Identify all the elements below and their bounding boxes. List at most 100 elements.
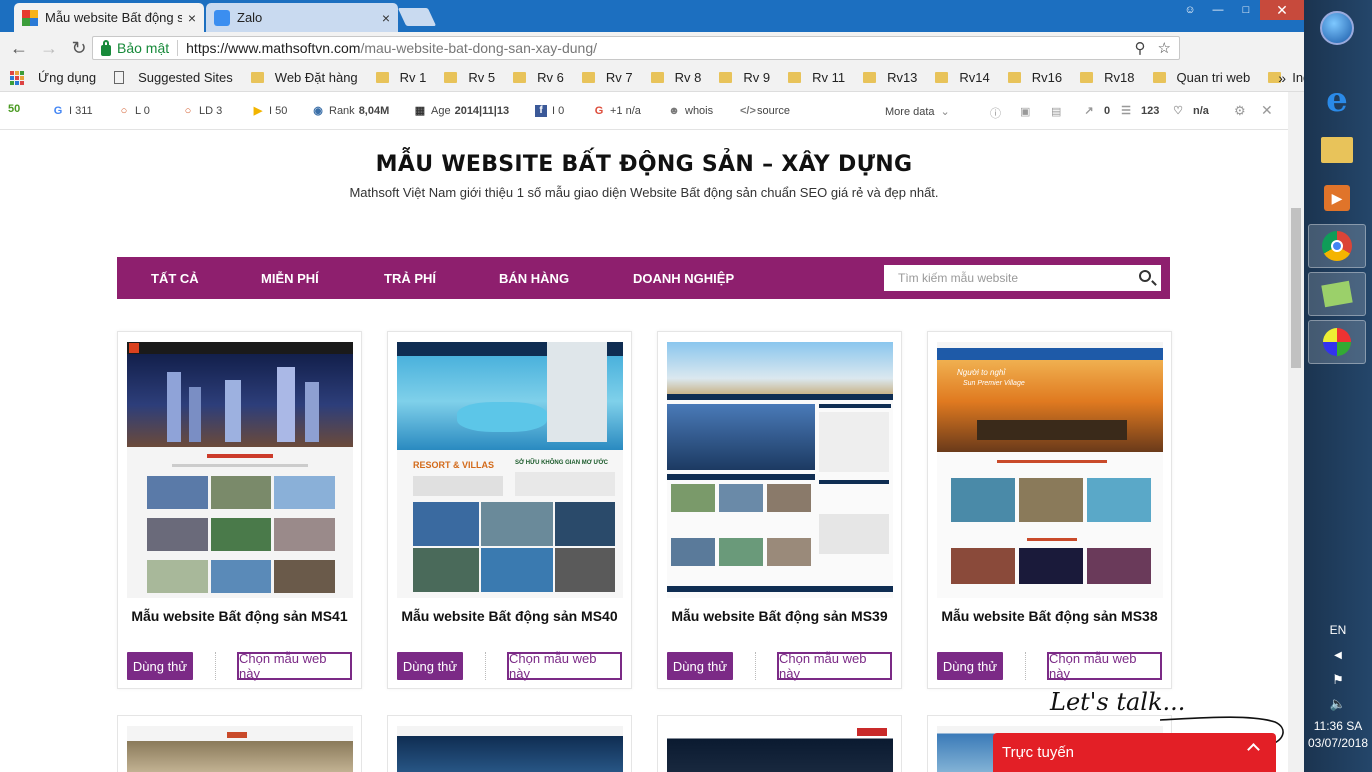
chevron-up-icon[interactable] xyxy=(1247,743,1260,756)
seo-heart[interactable]: ♡ n/a xyxy=(1172,105,1209,117)
template-thumbnail[interactable] xyxy=(667,726,893,772)
category-mien-phi[interactable]: MIỄN PHÍ xyxy=(261,271,319,286)
tab-zalo[interactable]: Zalo × xyxy=(206,3,398,32)
template-thumbnail[interactable] xyxy=(127,726,353,772)
tab-mau-website[interactable]: Mẫu website Bất động sả × xyxy=(14,3,204,32)
clock-date[interactable]: 03/07/2018 xyxy=(1304,736,1372,750)
gear-icon[interactable]: ⚙ xyxy=(1234,103,1246,119)
seo-external-links[interactable]: ↗ 0 xyxy=(1083,105,1110,117)
close-icon[interactable]: ✕ xyxy=(1261,102,1273,119)
bookmark-rv9[interactable]: Rv 9 xyxy=(719,70,770,85)
seo-l[interactable]: ○ L 0 xyxy=(118,105,150,117)
template-thumbnail[interactable]: Người to nghỉ Sun Premier Village xyxy=(937,342,1163,598)
bookmark-star-icon[interactable]: ☆ xyxy=(1158,39,1171,57)
address-bar[interactable]: Bảo mật https://www.mathsoftvn.com /mau-… xyxy=(92,36,1180,60)
zoom-search-icon[interactable]: ⚲ xyxy=(1135,39,1146,57)
choose-template-button[interactable]: Chọn mẫu web này xyxy=(237,651,352,681)
template-title[interactable]: Mẫu website Bất động sản MS39 xyxy=(658,608,901,624)
tab-close-icon[interactable]: × xyxy=(188,10,196,26)
clock-time[interactable]: 11:36 SA xyxy=(1304,719,1372,733)
minimize-button[interactable]: — xyxy=(1204,0,1232,20)
search-input[interactable] xyxy=(898,271,1128,285)
category-tat-ca[interactable]: TẤT CẢ xyxy=(151,271,199,286)
paint-icon[interactable] xyxy=(1308,320,1366,364)
seo-bing-index[interactable]: ▶ I 50 xyxy=(252,105,288,117)
lock-icon xyxy=(101,39,111,56)
scrollbar-thumb[interactable] xyxy=(1291,208,1301,368)
seo-google-index[interactable]: G I 311 xyxy=(52,105,93,117)
bookmark-label: Rv 5 xyxy=(468,70,496,85)
seo-whois[interactable]: ☻ whois xyxy=(668,105,713,117)
page-settings-icon[interactable]: ▣ xyxy=(1020,105,1030,118)
network-icon[interactable]: ⚑ xyxy=(1304,672,1372,688)
bookmark-apps[interactable]: Ứng dụng xyxy=(10,70,96,85)
bookmark-rv8[interactable]: Rv 8 xyxy=(650,70,701,85)
try-button[interactable]: Dùng thử xyxy=(397,652,463,680)
page-scrollbar[interactable] xyxy=(1288,92,1304,772)
bookmark-rv11[interactable]: Rv 11 xyxy=(788,70,845,85)
try-button[interactable]: Dùng thử xyxy=(667,652,733,680)
bookmark-rv14[interactable]: Rv14 xyxy=(935,70,990,85)
choose-template-button[interactable]: Chọn mẫu web này xyxy=(507,651,622,681)
window-close-button[interactable]: ✕ xyxy=(1260,0,1304,20)
search-icon[interactable] xyxy=(1139,270,1151,282)
sticky-notes-icon[interactable] xyxy=(1308,272,1366,316)
chat-widget[interactable]: Trực tuyến xyxy=(993,733,1276,772)
forward-arrow-icon[interactable]: → xyxy=(34,38,64,59)
try-button[interactable]: Dùng thử xyxy=(127,652,193,680)
seo-ld[interactable]: ○ LD 3 xyxy=(182,105,223,117)
ring-icon: ○ xyxy=(184,105,192,117)
seoquake-logo-icon[interactable]: 50 xyxy=(8,103,20,115)
layout-icon[interactable]: ▤ xyxy=(1051,105,1061,118)
tray-expand-icon[interactable]: ◀ xyxy=(1304,650,1372,661)
category-tra-phi[interactable]: TRẢ PHÍ xyxy=(384,271,436,286)
maximize-button[interactable]: □ xyxy=(1232,0,1260,20)
seo-facebook[interactable]: f I 0 xyxy=(535,105,564,117)
bookmark-rv5[interactable]: Rv 5 xyxy=(444,70,495,85)
template-thumbnail[interactable]: RESORT & VILLAS SỞ HỮU KHÔNG GIAN MƠ ƯỚC xyxy=(397,342,623,598)
bookmark-suggested-sites[interactable]: Suggested Sites xyxy=(114,70,233,85)
new-tab-button[interactable] xyxy=(397,8,437,26)
seo-age[interactable]: ▦ Age 2014|11|13 xyxy=(414,105,509,117)
seo-count[interactable]: ☰ 123 xyxy=(1120,105,1159,117)
template-thumbnail[interactable] xyxy=(397,726,623,772)
internet-explorer-icon[interactable]: e xyxy=(1308,78,1366,122)
tab-strip: Mẫu website Bất động sả × Zalo × ☺ — □ ✕ xyxy=(0,0,1304,32)
back-arrow-icon[interactable]: ← xyxy=(4,38,34,59)
bookmark-rv18[interactable]: Rv18 xyxy=(1080,70,1135,85)
bookmark-rv6[interactable]: Rv 6 xyxy=(513,70,564,85)
reload-icon[interactable]: ↻ xyxy=(64,38,94,59)
choose-template-button[interactable]: Chọn mẫu web này xyxy=(777,651,892,681)
category-ban-hang[interactable]: BÁN HÀNG xyxy=(499,271,569,286)
bookmark-web-dat-hang[interactable]: Web Đặt hàng xyxy=(250,70,358,85)
chrome-taskbar-icon[interactable] xyxy=(1308,224,1366,268)
seo-value: L 0 xyxy=(135,105,150,117)
try-button[interactable]: Dùng thử xyxy=(937,652,1003,680)
template-thumbnail[interactable] xyxy=(127,342,353,598)
tab-close-icon[interactable]: × xyxy=(382,10,390,26)
template-card-row2-3 xyxy=(657,715,902,772)
bookmark-rv16[interactable]: Rv16 xyxy=(1007,70,1062,85)
file-explorer-icon[interactable] xyxy=(1308,128,1366,172)
bookmark-quan-tri-web[interactable]: Quan tri web xyxy=(1152,70,1250,85)
seo-more-data[interactable]: More data ⌄ xyxy=(885,105,950,119)
bookmark-rv13[interactable]: Rv13 xyxy=(863,70,917,85)
seo-source[interactable]: </> source xyxy=(740,105,790,117)
bookmarks-overflow-chevron-icon[interactable]: » xyxy=(1278,70,1286,86)
language-indicator[interactable]: EN xyxy=(1304,623,1372,637)
media-player-icon[interactable]: ▶ xyxy=(1308,176,1366,220)
bookmark-rv1[interactable]: Rv 1 xyxy=(375,70,426,85)
template-thumbnail[interactable] xyxy=(667,342,893,598)
seo-gplus[interactable]: G +1 n/a xyxy=(593,105,641,117)
bookmark-rv7[interactable]: Rv 7 xyxy=(581,70,633,85)
volume-icon[interactable]: 🔈 xyxy=(1304,696,1372,712)
template-title[interactable]: Mẫu website Bất động sản MS40 xyxy=(388,608,631,624)
category-doanh-nghiep[interactable]: DOANH NGHIỆP xyxy=(633,271,734,286)
user-icon[interactable]: ☺ xyxy=(1176,0,1204,20)
info-icon[interactable]: ⓘ xyxy=(990,105,1001,121)
choose-template-button[interactable]: Chọn mẫu web này xyxy=(1047,651,1162,681)
template-title[interactable]: Mẫu website Bất động sản MS41 xyxy=(118,608,361,624)
seo-rank[interactable]: ◉ Rank 8,04M xyxy=(312,105,389,117)
windows-start-icon[interactable] xyxy=(1308,6,1366,50)
template-title[interactable]: Mẫu website Bất động sản MS38 xyxy=(928,608,1171,624)
